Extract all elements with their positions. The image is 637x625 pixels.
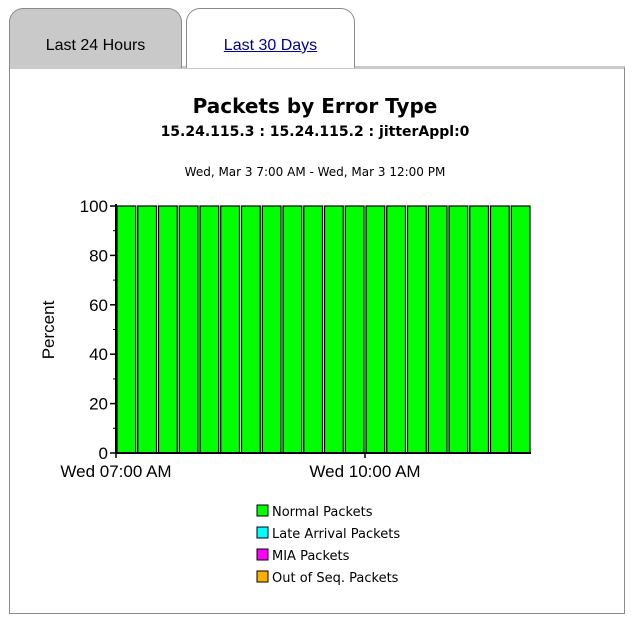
bar-normal-packets-18 <box>469 205 490 454</box>
legend: Normal Packets Late Arrival Packets MIA Pa… <box>256 504 400 586</box>
plot-area: 0 20 40 60 80 100 Wed 07:00 AM Wed 10:00 AM <box>60 197 531 481</box>
packets-chart: Packets by Error Type 15.24.115.3 : 15.2… <box>39 94 531 586</box>
bar-normal-packets-19 <box>489 205 510 454</box>
bar-normal-packets-2 <box>137 205 158 454</box>
bar-normal-packets-16 <box>427 205 448 454</box>
y-tick-label: 100 <box>80 197 108 216</box>
legend-swatch-out-of-seq-packets <box>256 570 269 583</box>
legend-label: Late Arrival Packets <box>272 527 400 542</box>
x-tick-label: Wed 10:00 AM <box>309 462 420 481</box>
bar-normal-packets-15 <box>406 205 427 454</box>
legend-label: MIA Packets <box>272 549 350 564</box>
bar-normal-packets-7 <box>240 205 261 454</box>
legend-label: Out of Seq. Packets <box>272 571 399 586</box>
chart-title: Packets by Error Type <box>193 94 438 118</box>
bar-normal-packets-20 <box>510 205 531 454</box>
chart-date-range: Wed, Mar 3 7:00 AM - Wed, Mar 3 12:00 PM <box>185 165 446 179</box>
bar-normal-packets-17 <box>448 205 469 454</box>
x-tick-label: Wed 07:00 AM <box>60 462 171 481</box>
y-tick-label: 80 <box>89 246 108 265</box>
bar-normal-packets-9 <box>282 205 303 454</box>
y-tick-label: 20 <box>89 395 108 414</box>
legend-swatch-late-arrival-packets <box>256 526 269 539</box>
legend-swatch-normal-packets <box>256 504 269 517</box>
bar-normal-packets-1 <box>116 205 137 454</box>
bar-normal-packets-8 <box>261 205 282 454</box>
bar-normal-packets-10 <box>303 205 324 454</box>
legend-label: Normal Packets <box>272 505 373 520</box>
bar-normal-packets-11 <box>323 205 344 454</box>
legend-swatch-mia-packets <box>256 548 269 561</box>
bar-normal-packets-5 <box>199 205 220 454</box>
bar-normal-packets-4 <box>178 205 199 454</box>
bar-normal-packets-3 <box>157 205 178 454</box>
y-tick-label: 0 <box>99 444 108 463</box>
bar-normal-packets-14 <box>386 205 407 454</box>
bar-normal-packets-12 <box>344 205 365 454</box>
chart-subtitle: 15.24.115.3 : 15.24.115.2 : jitterAppl:0 <box>161 124 470 140</box>
bar-normal-packets-6 <box>220 205 241 454</box>
bar-normal-packets-13 <box>365 205 386 454</box>
y-axis-label: Percent <box>39 300 58 359</box>
y-tick-label: 60 <box>89 296 108 315</box>
y-tick-label: 40 <box>89 345 108 364</box>
